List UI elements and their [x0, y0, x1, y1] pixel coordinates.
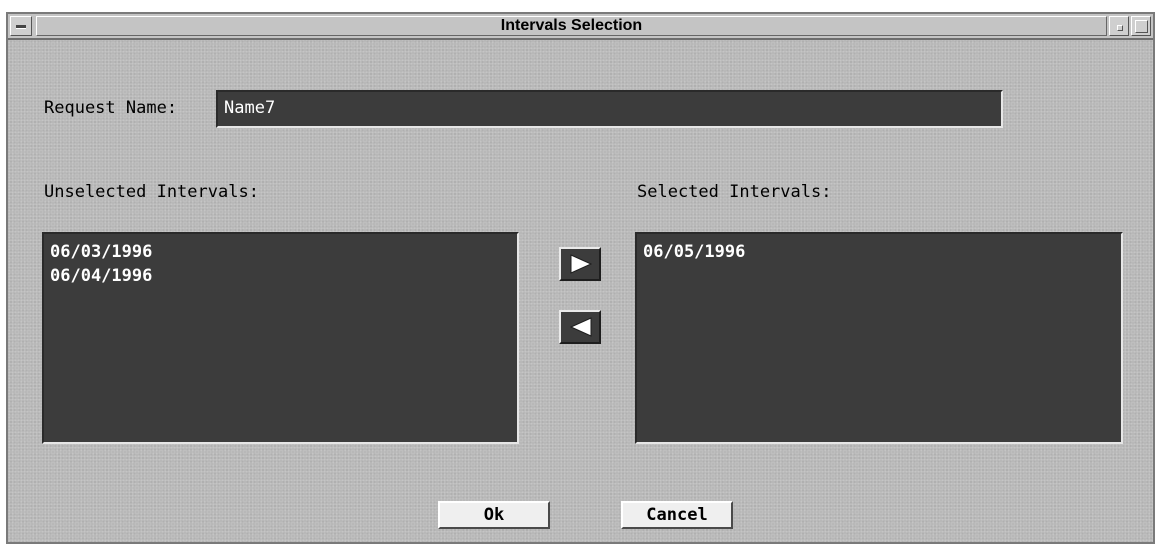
selected-intervals-label: Selected Intervals:: [637, 182, 832, 202]
selected-intervals-list[interactable]: 06/05/1996: [635, 232, 1123, 444]
cancel-button[interactable]: Cancel: [621, 501, 733, 529]
intervals-selection-dialog: Intervals Selection Request Name: Name7 …: [6, 12, 1155, 544]
window-menu-button[interactable]: [10, 16, 32, 36]
triangle-left-icon: [569, 317, 592, 337]
list-item[interactable]: 06/04/1996: [50, 264, 517, 288]
ok-button[interactable]: Ok: [438, 501, 550, 529]
window-title: Intervals Selection: [36, 16, 1107, 36]
minimize-button[interactable]: [1109, 16, 1129, 36]
list-item[interactable]: 06/05/1996: [643, 240, 1121, 264]
list-item[interactable]: 06/03/1996: [50, 240, 517, 264]
minimize-icon: [1117, 25, 1123, 31]
move-right-button[interactable]: [559, 247, 601, 281]
unselected-intervals-label: Unselected Intervals:: [44, 182, 259, 202]
triangle-right-icon: [570, 254, 593, 274]
unselected-intervals-list[interactable]: 06/03/1996 06/04/1996: [42, 232, 519, 444]
move-left-button[interactable]: [559, 310, 601, 344]
maximize-icon: [1135, 20, 1148, 33]
request-name-label: Request Name:: [44, 98, 178, 118]
maximize-button[interactable]: [1131, 16, 1151, 36]
request-name-input[interactable]: Name7: [216, 90, 1003, 128]
window-menu-icon: [16, 25, 26, 29]
title-bar[interactable]: Intervals Selection: [8, 14, 1153, 40]
